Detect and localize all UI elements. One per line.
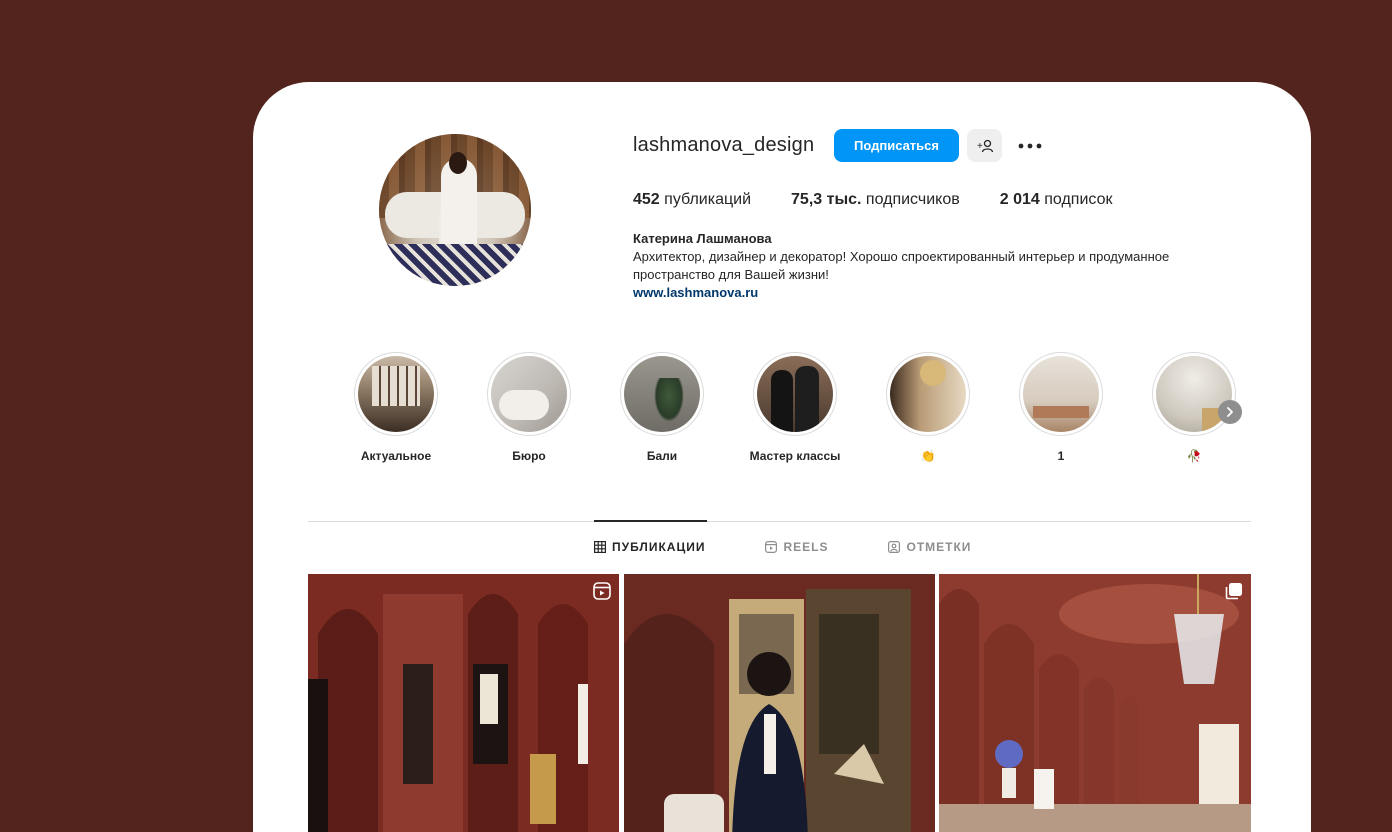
carousel-badge bbox=[1225, 582, 1243, 605]
post-thumbnail[interactable] bbox=[308, 574, 619, 832]
posts-stat: 452 публикаций bbox=[633, 191, 751, 209]
followers-stat[interactable]: 75,3 тыс. подписчиков bbox=[791, 191, 960, 209]
highlights-next-button[interactable] bbox=[1218, 400, 1242, 424]
tabs-divider bbox=[308, 521, 1251, 522]
active-tab-indicator bbox=[594, 520, 707, 522]
story-highlights: Актуальное Бюро Бали Мастер классы 👏 1 🥀 bbox=[353, 352, 1253, 472]
highlight-item[interactable]: Бали bbox=[607, 352, 717, 465]
highlight-label: 🥀 bbox=[1186, 449, 1202, 463]
posts-label: публикаций bbox=[664, 191, 752, 208]
carousel-icon bbox=[1225, 583, 1242, 600]
tab-reels[interactable]: REELS bbox=[765, 540, 828, 554]
profile-card: lashmanova_design Подписаться + 452 публ… bbox=[253, 82, 1311, 832]
profile-full-name: Катерина Лашманова bbox=[633, 231, 772, 246]
tab-reels-label: REELS bbox=[783, 540, 829, 554]
post-image bbox=[308, 574, 619, 832]
reel-badge bbox=[593, 582, 611, 605]
svg-text:+: + bbox=[977, 141, 983, 152]
profile-username: lashmanova_design bbox=[633, 134, 815, 156]
posts-count: 452 bbox=[633, 191, 660, 208]
reels-icon bbox=[765, 541, 778, 553]
highlight-label: Бюро bbox=[512, 449, 546, 463]
highlight-item[interactable]: Бюро bbox=[474, 352, 584, 465]
tab-tagged-label: ОТМЕТКИ bbox=[906, 540, 972, 554]
profile-stats: 452 публикаций 75,3 тыс. подписчиков 2 0… bbox=[633, 191, 1152, 209]
followers-count: 75,3 тыс. bbox=[791, 191, 862, 208]
follow-button[interactable]: Подписаться bbox=[834, 129, 959, 162]
following-stat[interactable]: 2 014 подписок bbox=[1000, 191, 1113, 209]
highlight-label: 👏 bbox=[920, 449, 936, 463]
bio-text: Архитектор, дизайнер и декоратор! Хорошо… bbox=[633, 249, 1170, 282]
followers-label: подписчиков bbox=[865, 191, 960, 208]
tagged-icon bbox=[888, 541, 901, 553]
profile-bio: Катерина Лашманова Архитектор, дизайнер … bbox=[633, 230, 1253, 302]
tab-posts[interactable]: ПУБЛИКАЦИИ bbox=[594, 540, 705, 554]
reel-icon bbox=[593, 582, 611, 600]
bio-link[interactable]: www.lashmanova.ru bbox=[633, 284, 1253, 302]
more-dots-icon bbox=[1018, 143, 1042, 149]
highlight-item[interactable]: Мастер классы bbox=[740, 352, 850, 465]
highlight-item[interactable]: Актуальное bbox=[341, 352, 451, 465]
highlight-label: Актуальное bbox=[360, 449, 432, 463]
profile-avatar[interactable] bbox=[379, 134, 531, 286]
post-image bbox=[624, 574, 935, 832]
profile-tabs: ПУБЛИКАЦИИ REELS ОТМЕТКИ bbox=[594, 540, 1031, 554]
tab-posts-label: ПУБЛИКАЦИИ bbox=[612, 540, 706, 554]
add-person-icon: + bbox=[977, 139, 993, 152]
post-thumbnail[interactable] bbox=[624, 574, 935, 832]
chevron-right-icon bbox=[1227, 407, 1233, 417]
highlight-item[interactable]: 1 bbox=[1006, 352, 1116, 465]
highlight-item[interactable]: 👏 bbox=[873, 352, 983, 465]
highlight-label: Мастер классы bbox=[749, 449, 841, 463]
post-thumbnail[interactable] bbox=[939, 574, 1251, 832]
highlight-label: 1 bbox=[1057, 449, 1065, 463]
suggested-accounts-button[interactable]: + bbox=[967, 129, 1002, 162]
following-count: 2 014 bbox=[999, 191, 1040, 208]
highlight-label: Бали bbox=[646, 449, 678, 463]
more-options-button[interactable] bbox=[1015, 132, 1045, 160]
tab-tagged[interactable]: ОТМЕТКИ bbox=[888, 540, 971, 554]
following-label: подписок bbox=[1044, 191, 1113, 208]
grid-icon bbox=[594, 541, 606, 553]
post-image bbox=[939, 574, 1251, 832]
